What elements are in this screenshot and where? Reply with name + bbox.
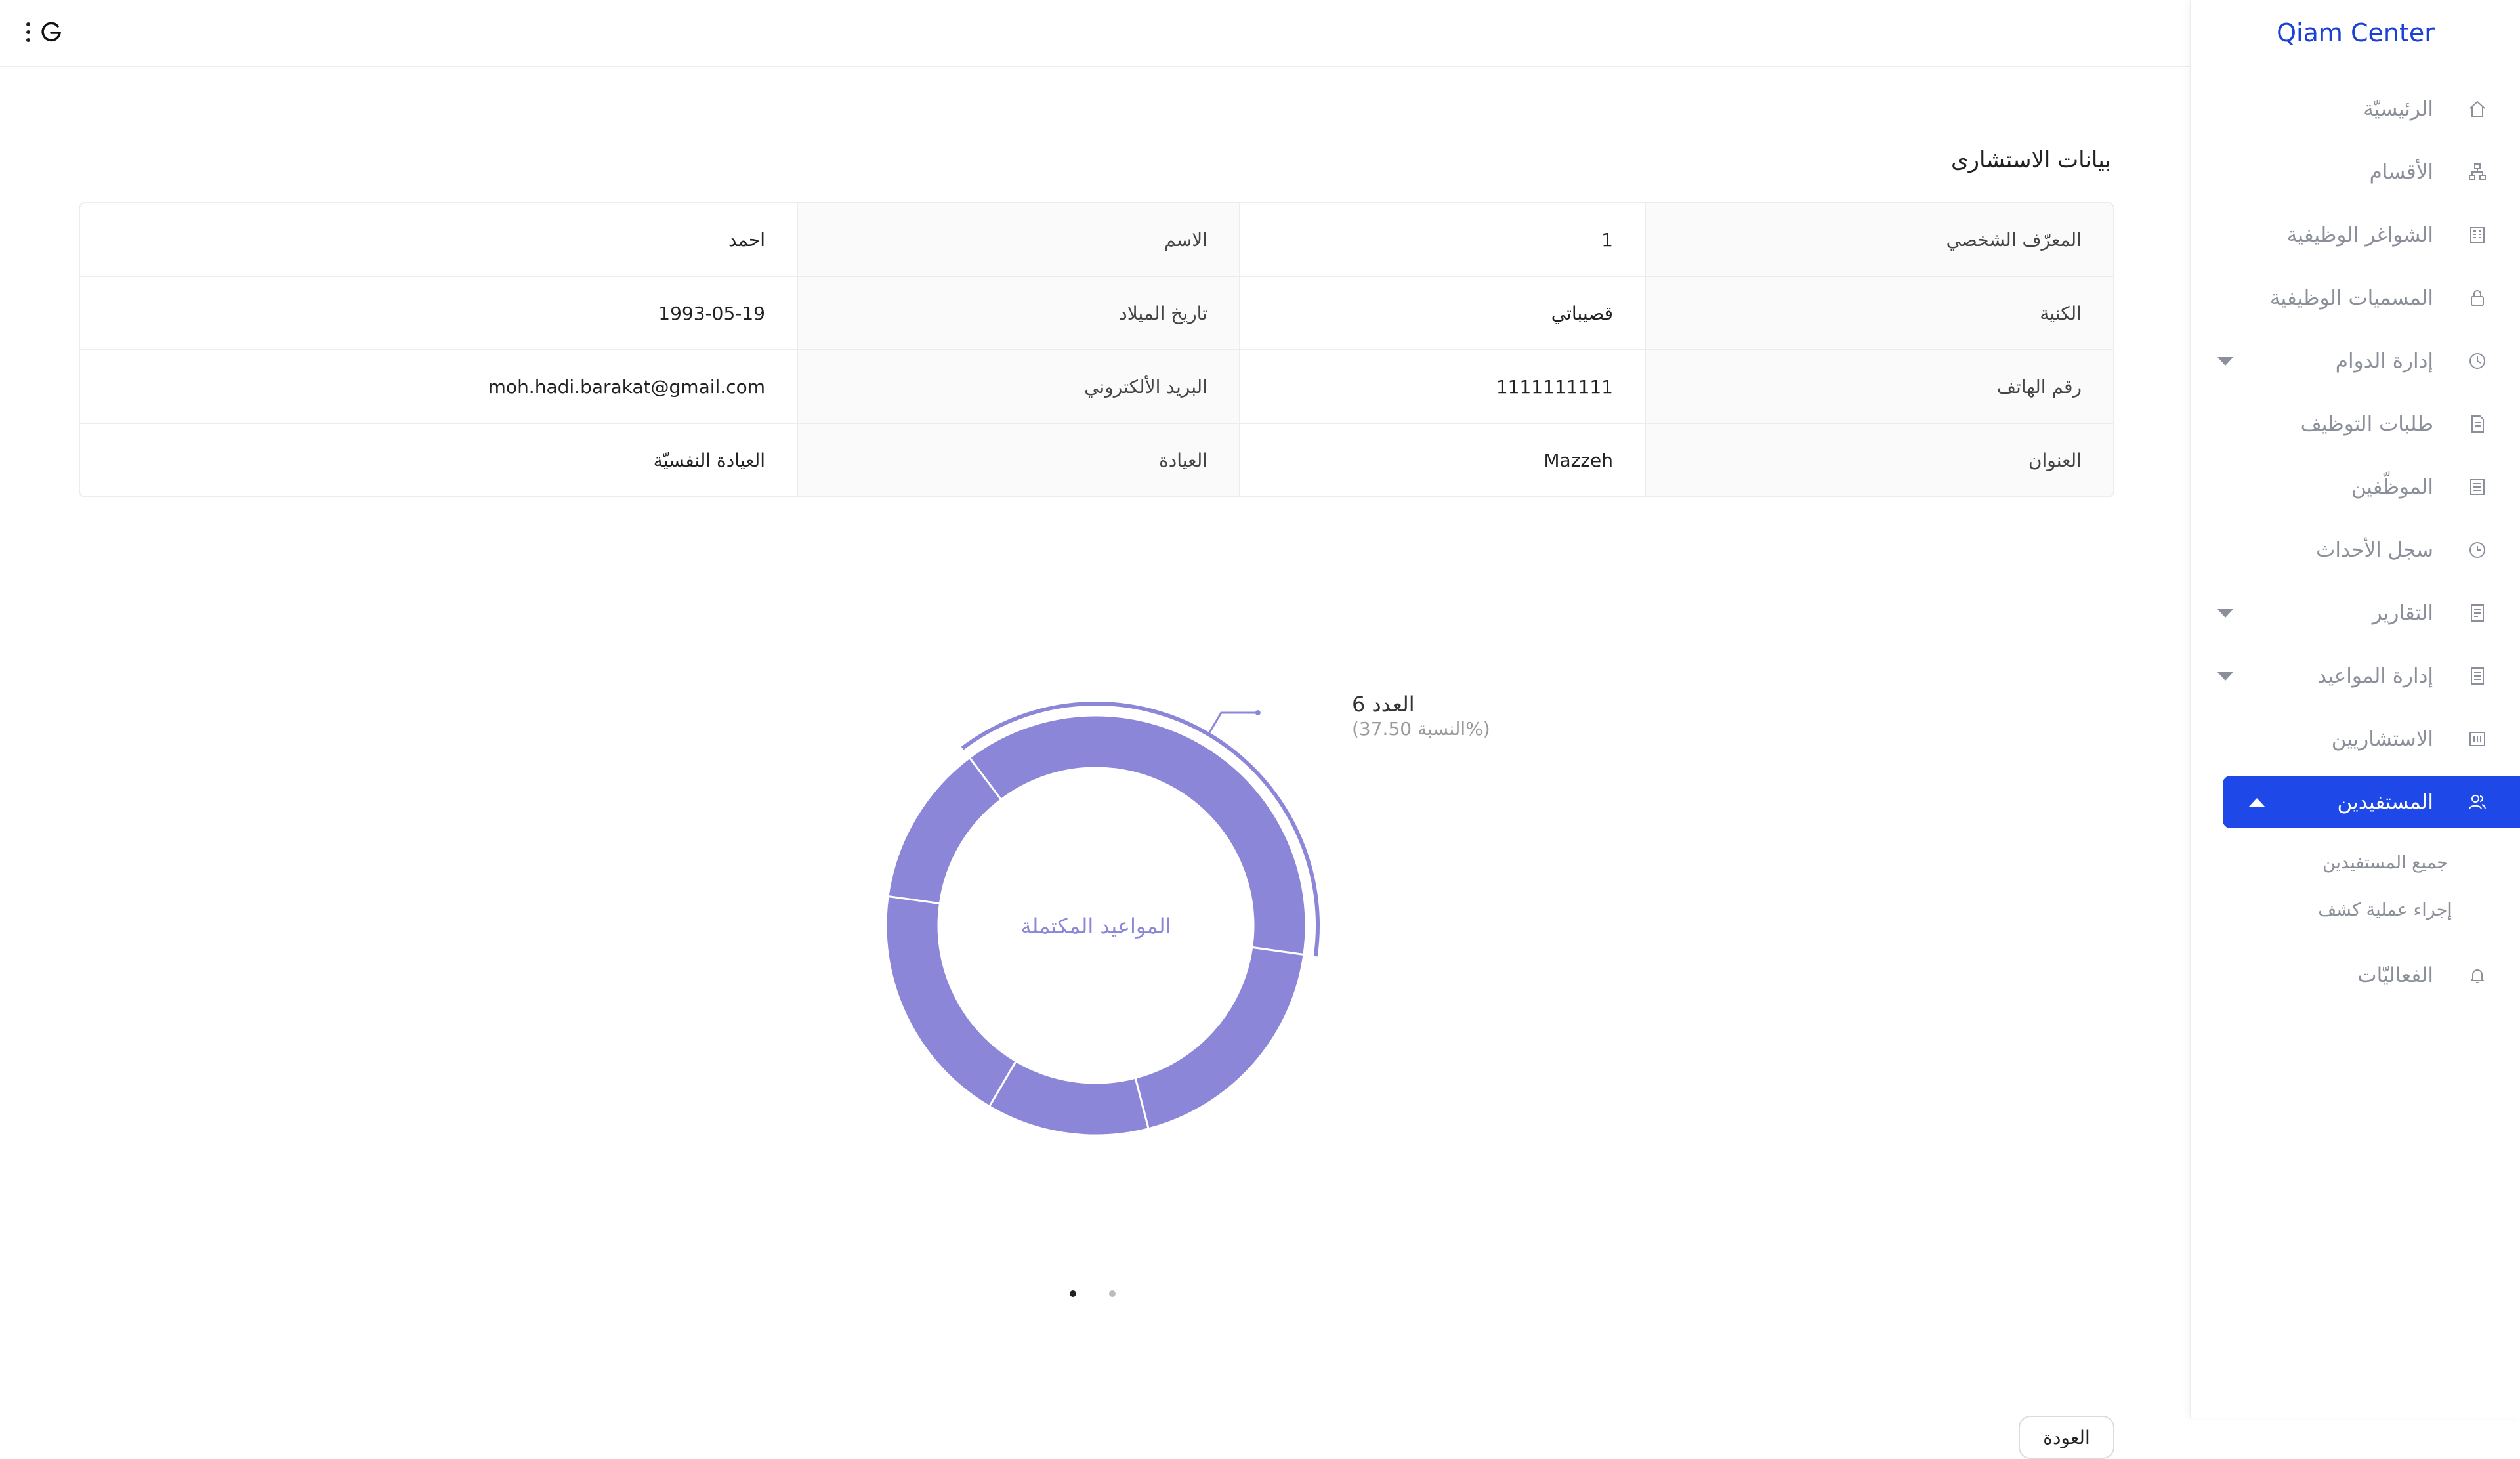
sidebar-item-beneficiaries[interactable]: المستفيدين	[2223, 776, 2520, 828]
home-icon	[2466, 98, 2488, 120]
field-value: moh.hadi.barakat@gmail.com	[80, 350, 797, 423]
sidebar-item-reports[interactable]: التقارير	[2191, 581, 2520, 645]
field-value: 1	[1239, 203, 1645, 276]
sidebar-item-attendance[interactable]: إدارة الدوام	[2191, 329, 2520, 392]
chevron-down-icon[interactable]	[2217, 609, 2233, 618]
history-icon	[2466, 539, 2488, 561]
sidebar: Qiam Center الرئيسيّة الأقسام الشواغر ال…	[2190, 0, 2520, 1418]
advisor-info-table: المعرّف الشخصي 1 الاسم احمد الكنية قصيبا…	[79, 202, 2114, 497]
calendar-list-icon	[2466, 665, 2488, 687]
report-icon	[2466, 602, 2488, 624]
pie-slice-2[interactable]	[988, 1059, 1150, 1137]
sidebar-item-label: الفعاليّات	[2357, 963, 2433, 987]
sidebar-item-activities[interactable]: الفعاليّات	[2191, 944, 2520, 1007]
sidebar-item-label: الشواغر الوظيفية	[2286, 223, 2433, 247]
sidebar-item-label: التقارير	[2372, 601, 2433, 625]
field-value: 1993-05-19	[80, 277, 797, 349]
chevron-down-icon[interactable]	[2217, 672, 2233, 681]
advisor-icon	[2466, 728, 2488, 750]
field-label: الكنية	[1645, 277, 2113, 349]
sidebar-item-label: سجل الأحداث	[2316, 538, 2433, 562]
pie-slice-4[interactable]	[887, 756, 1003, 905]
sidebar-item-departments[interactable]: الأقسام	[2191, 140, 2520, 203]
table-row: رقم الهاتف 1111111111 البريد الألكتروني …	[80, 350, 2113, 424]
table-row: المعرّف الشخصي 1 الاسم احمد	[80, 203, 2113, 277]
sidebar-item-job-applications[interactable]: طلبات التوظيف	[2191, 392, 2520, 455]
completed-appointments-chart: المواعيد المكتملة العدد 6 (37.50 النسبة%…	[853, 604, 1575, 1181]
page-title: بيانات الاستشارى	[1950, 147, 2111, 173]
sitemap-icon	[2466, 161, 2488, 183]
table-row: الكنية قصيباتي تاريخ الميلاد 1993-05-19	[80, 277, 2113, 350]
field-label: المعرّف الشخصي	[1645, 203, 2113, 276]
chart-pagination	[1066, 1286, 1131, 1300]
pagination-dot[interactable]	[1070, 1290, 1076, 1297]
tooltip-percent: (37.50 النسبة%)	[1352, 718, 1490, 740]
building-icon	[2466, 224, 2488, 246]
sidebar-item-label: الاستشاريين	[2331, 727, 2433, 751]
field-label: تاريخ الميلاد	[797, 277, 1239, 349]
tooltip-count: العدد 6	[1352, 692, 1415, 717]
brand-title[interactable]: Qiam Center	[2191, 18, 2520, 47]
users-icon	[2466, 791, 2488, 813]
lock-icon	[2466, 287, 2488, 309]
clock-icon	[2466, 350, 2488, 372]
more-options-icon[interactable]	[26, 22, 33, 42]
sidebar-item-label: الأقسام	[2369, 160, 2433, 184]
bell-icon	[2466, 964, 2488, 986]
submenu-item-perform-examination[interactable]: إجراء عملية كشف	[2191, 886, 2520, 933]
sidebar-item-label: طلبات التوظيف	[2300, 412, 2433, 436]
pie-slice-3[interactable]	[885, 895, 1018, 1108]
pagination-dot[interactable]	[1109, 1290, 1116, 1297]
top-bar	[0, 0, 2190, 67]
field-value: 1111111111	[1239, 350, 1645, 423]
list-icon	[2466, 476, 2488, 498]
sidebar-item-job-titles[interactable]: المسميات الوظيفية	[2191, 266, 2520, 329]
chevron-up-icon[interactable]	[2249, 798, 2265, 807]
donut-chart-svg: المواعيد المكتملة العدد 6 (37.50 النسبة%…	[885, 692, 1490, 1137]
sidebar-item-employees[interactable]: الموظّفين	[2191, 455, 2520, 518]
table-row: العنوان Mazzeh العيادة العيادة النفسيّة	[80, 424, 2113, 496]
sidebar-item-vacancies[interactable]: الشواغر الوظيفية	[2191, 203, 2520, 266]
sidebar-item-advisors[interactable]: الاستشاريين	[2191, 708, 2520, 771]
field-value: احمد	[80, 203, 797, 276]
main-content: بيانات الاستشارى المعرّف الشخصي 1 الاسم …	[0, 66, 2190, 1459]
field-label: رقم الهاتف	[1645, 350, 2113, 423]
pie-slice-1[interactable]	[1134, 946, 1305, 1130]
field-label: العيادة	[797, 424, 1239, 496]
sidebar-menu: الرئيسيّة الأقسام الشواغر الوظيفية المسم…	[2191, 77, 2520, 1007]
sidebar-item-appointments[interactable]: إدارة المواعيد	[2191, 645, 2520, 708]
chevron-down-icon[interactable]	[2217, 357, 2233, 366]
sidebar-item-label: الموظّفين	[2351, 475, 2433, 499]
field-value: قصيباتي	[1239, 277, 1645, 349]
sidebar-item-events-log[interactable]: سجل الأحداث	[2191, 518, 2520, 581]
sidebar-item-label: الرئيسيّة	[2363, 97, 2433, 121]
sidebar-item-label: إدارة الدوام	[2335, 349, 2433, 373]
tooltip-leader-line	[1208, 711, 1258, 734]
field-value: العيادة النفسيّة	[80, 424, 797, 496]
refresh-logo-icon[interactable]	[39, 20, 63, 43]
sidebar-item-label: المستفيدين	[2337, 790, 2433, 814]
sidebar-item-home[interactable]: الرئيسيّة	[2191, 77, 2520, 140]
field-value: Mazzeh	[1239, 424, 1645, 496]
field-label: البريد الألكتروني	[797, 350, 1239, 423]
tooltip-leader-dot	[1255, 710, 1261, 716]
back-button[interactable]: العودة	[2019, 1416, 2114, 1459]
sidebar-item-label: المسميات الوظيفية	[2269, 286, 2433, 310]
chart-center-label: المواعيد المكتملة	[1021, 914, 1171, 939]
submenu-item-all-beneficiaries[interactable]: جميع المستفيدين	[2191, 839, 2520, 886]
field-label: الاسم	[797, 203, 1239, 276]
beneficiaries-submenu: جميع المستفيدين إجراء عملية كشف	[2191, 834, 2520, 944]
sidebar-item-label: إدارة المواعيد	[2317, 664, 2433, 688]
document-icon	[2466, 413, 2488, 435]
field-label: العنوان	[1645, 424, 2113, 496]
